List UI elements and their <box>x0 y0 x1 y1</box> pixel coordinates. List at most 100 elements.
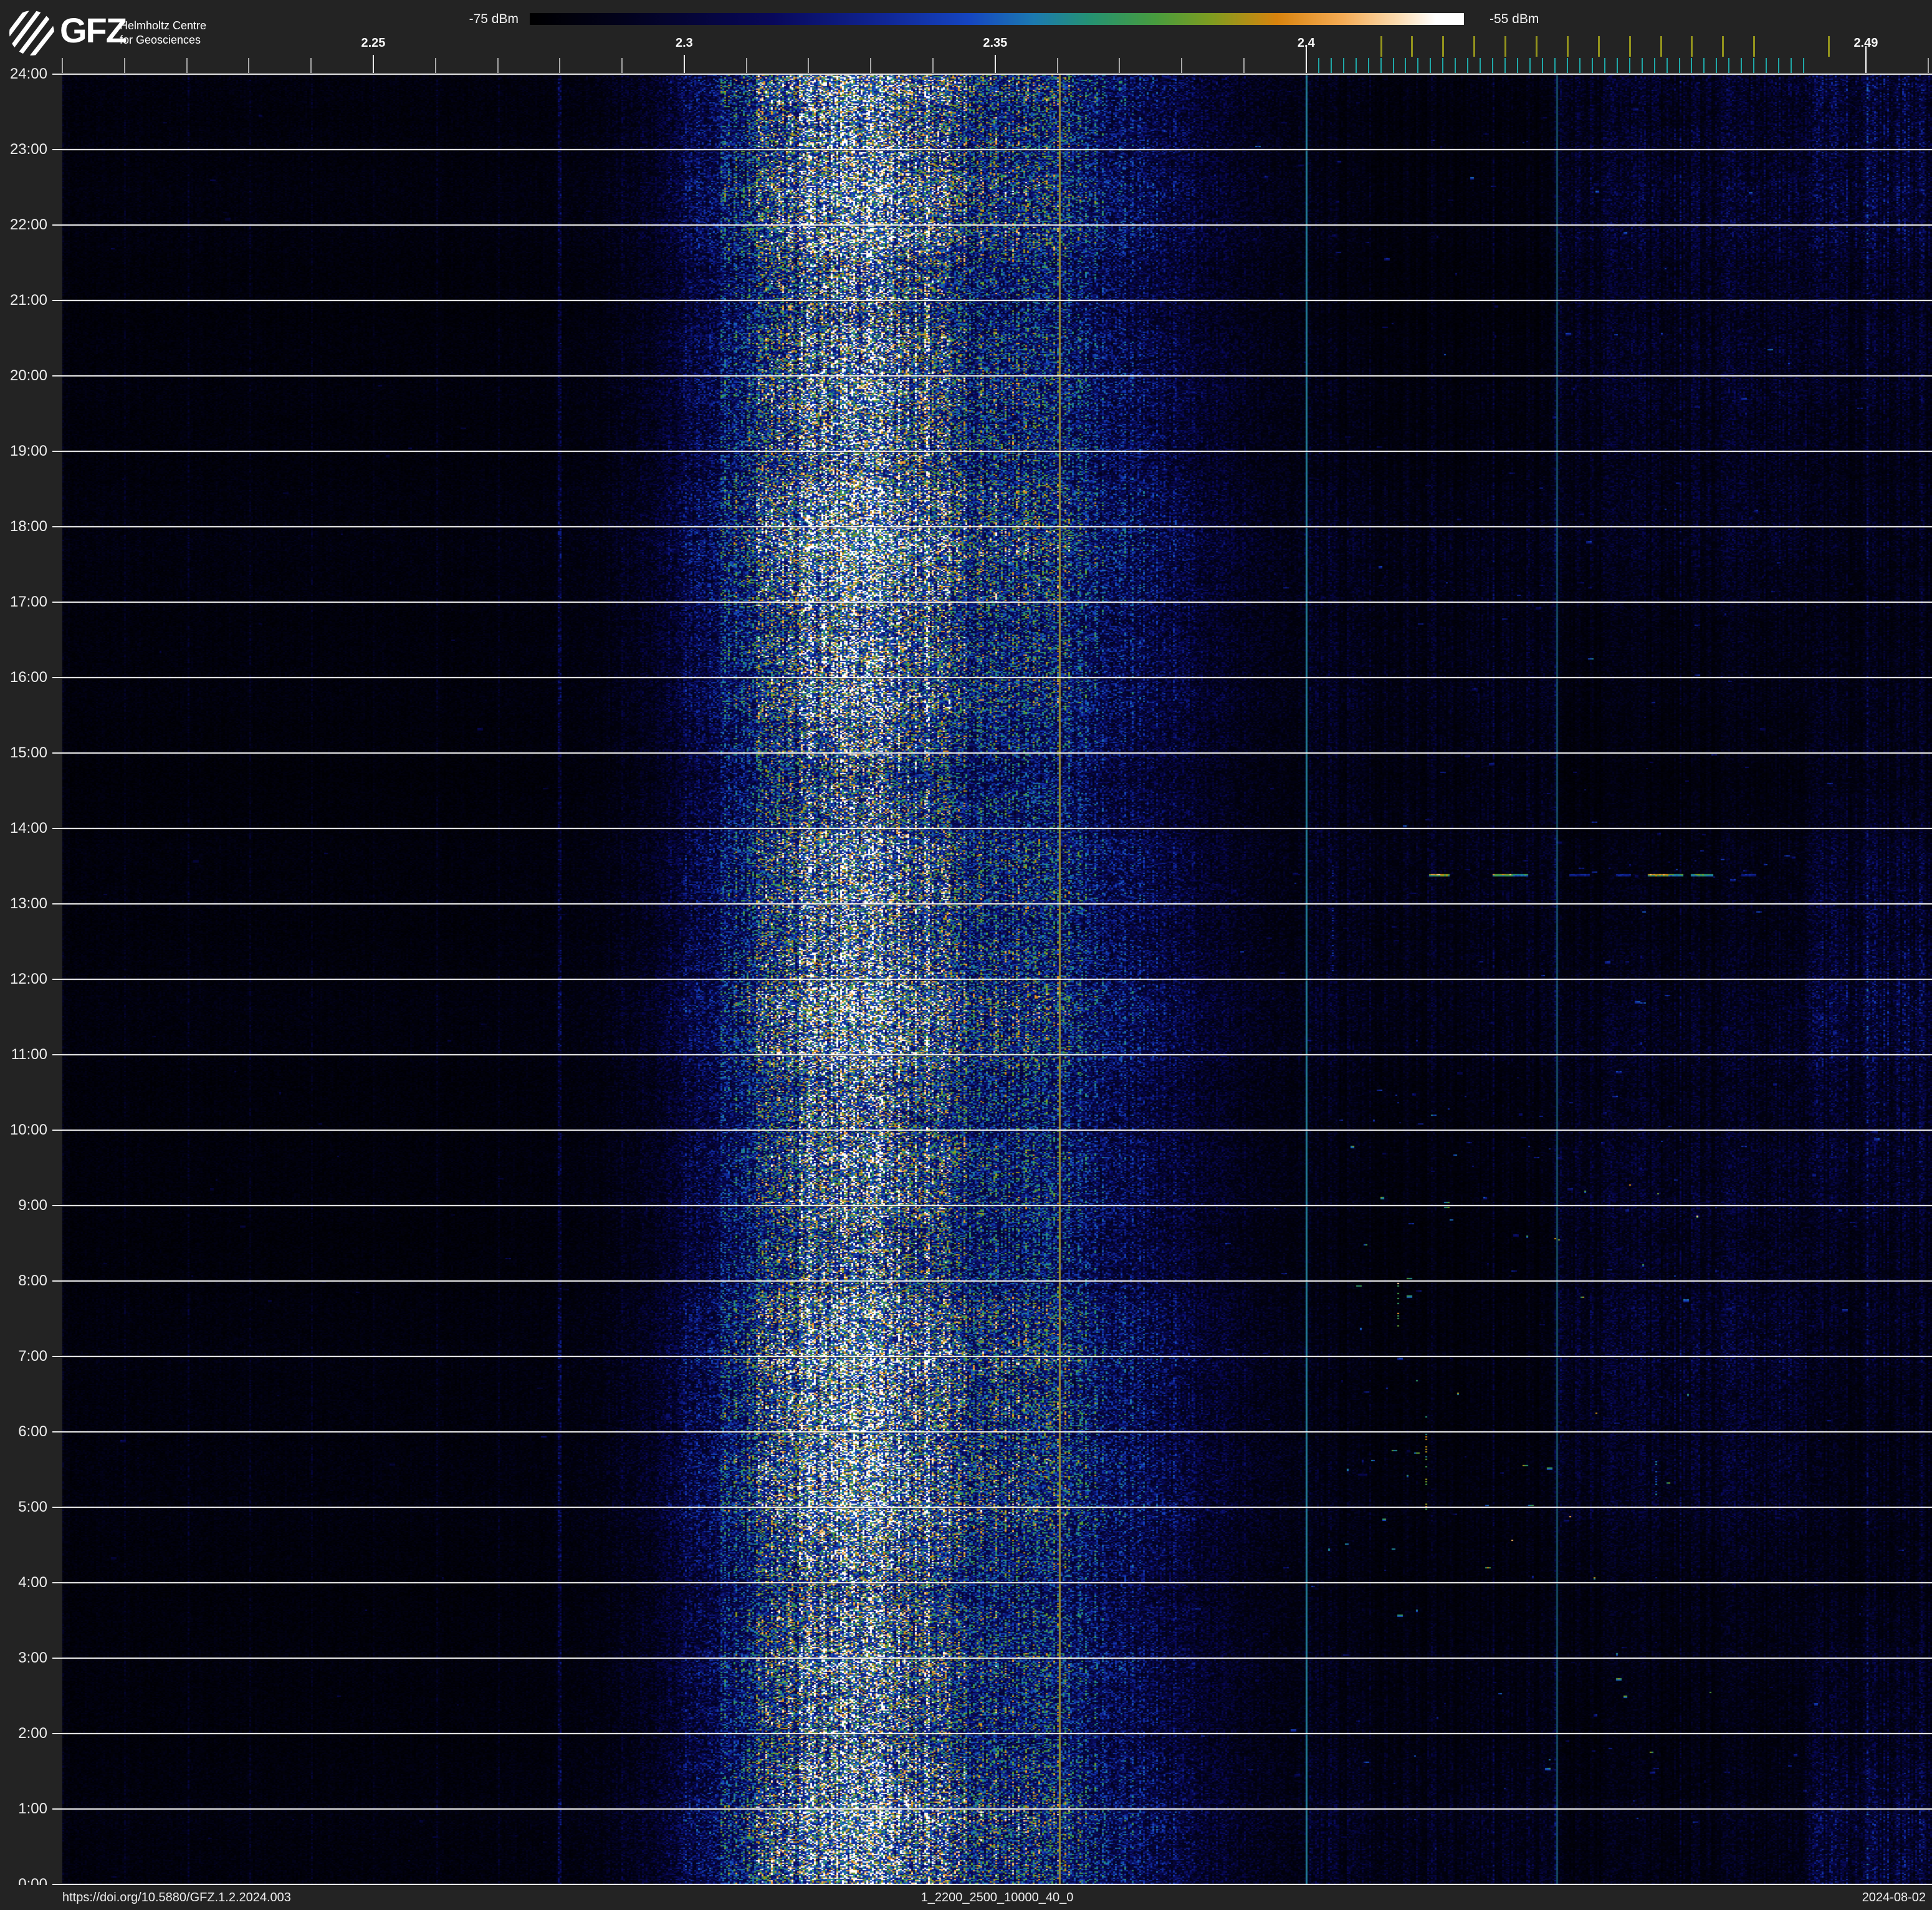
ble-channel-tick <box>1728 58 1730 73</box>
header: GFZ Helmholtz Centre for Geosciences -75… <box>0 0 1932 74</box>
freq-minor-tick <box>559 58 561 73</box>
time-label: 16:00 <box>9 669 47 686</box>
ble-channel-tick <box>1430 58 1432 73</box>
freq-minor-tick <box>186 58 188 73</box>
time-label: 20:00 <box>9 367 47 384</box>
ble-channel-tick <box>1678 58 1680 73</box>
hour-tick <box>52 1356 62 1357</box>
time-label: 4:00 <box>18 1574 47 1591</box>
ble-channel-tick <box>1653 58 1655 73</box>
hour-tick <box>52 1507 62 1508</box>
ble-channel-tick <box>1355 58 1357 73</box>
freq-minor-tick <box>123 58 125 73</box>
freq-label: 2.3 <box>675 36 693 50</box>
time-label: 9:00 <box>18 1197 47 1214</box>
hour-tick <box>52 74 62 75</box>
hour-tick <box>52 828 62 829</box>
time-label: 19:00 <box>9 443 47 459</box>
hour-tick <box>52 1733 62 1734</box>
hour-tick <box>52 1280 62 1282</box>
ble-channel-tick <box>1716 58 1718 73</box>
hour-tick <box>52 979 62 980</box>
ble-channel-tick <box>1367 58 1369 73</box>
wifi-channel-tick <box>1597 36 1600 57</box>
colorbar-min-label: -75 dBm <box>469 12 519 26</box>
freq-minor-tick <box>621 58 623 73</box>
freq-minor-tick <box>870 58 872 73</box>
dataset-title: 1_2200_2500_10000_40_0 <box>921 1891 1074 1904</box>
ble-channel-tick <box>1467 58 1469 73</box>
time-label: 23:00 <box>9 141 47 158</box>
wifi-channel-tick <box>1504 36 1507 57</box>
ble-channel-tick <box>1753 58 1755 73</box>
time-label: 13:00 <box>9 895 47 912</box>
ble-channel-tick <box>1504 58 1506 73</box>
freq-minor-tick <box>932 58 934 73</box>
hour-tick <box>52 1808 62 1810</box>
wifi-channel-tick <box>1442 36 1445 57</box>
freq-label: 2.35 <box>983 36 1008 50</box>
ble-channel-tick <box>1330 58 1332 73</box>
time-label: 21:00 <box>9 292 47 309</box>
ble-channel-tick <box>1455 58 1456 73</box>
freq-label: 2.25 <box>361 36 386 50</box>
freq-minor-tick <box>248 58 250 73</box>
wifi-channel-tick <box>1828 36 1830 57</box>
spectrogram-page: GFZ Helmholtz Centre for Geosciences -75… <box>0 0 1932 1910</box>
time-label: 14:00 <box>9 820 47 837</box>
hour-tick <box>52 1054 62 1055</box>
hour-tick <box>52 375 62 377</box>
hour-tick <box>52 1130 62 1131</box>
time-label: 11:00 <box>11 1046 47 1063</box>
wifi-channel-tick <box>1473 36 1476 57</box>
ble-channel-tick <box>1492 58 1494 73</box>
ble-channel-tick <box>1317 58 1319 73</box>
spectrogram-canvas <box>62 74 1932 1885</box>
ble-channel-tick <box>1791 58 1792 73</box>
freq-major-tick <box>683 55 685 73</box>
time-label: 24:00 <box>9 65 47 82</box>
ble-channel-tick <box>1778 58 1780 73</box>
logo-tagline-line1: Helmholtz Centre <box>120 19 207 32</box>
ble-channel-tick <box>1741 58 1743 73</box>
time-label: 8:00 <box>18 1272 47 1289</box>
time-label: 15:00 <box>9 744 47 761</box>
freq-minor-tick <box>808 58 810 73</box>
freq-minor-tick <box>310 58 312 73</box>
time-label: 18:00 <box>9 518 47 535</box>
ble-channel-tick <box>1766 58 1767 73</box>
wifi-channel-tick <box>1691 36 1693 57</box>
freq-label: 2.49 <box>1853 36 1878 50</box>
ble-channel-tick <box>1579 58 1581 73</box>
ble-channel-tick <box>1405 58 1407 73</box>
time-label: 7:00 <box>18 1348 47 1365</box>
ble-channel-tick <box>1380 58 1382 73</box>
hour-tick <box>52 602 62 603</box>
freq-major-tick <box>994 55 996 73</box>
ble-channel-tick <box>1803 58 1805 73</box>
ble-channel-tick <box>1442 58 1444 73</box>
hour-tick <box>52 677 62 678</box>
colorbar-max-label: -55 dBm <box>1490 12 1539 26</box>
wifi-channel-tick <box>1722 36 1724 57</box>
hour-tick <box>52 1582 62 1583</box>
ble-channel-tick <box>1691 58 1693 73</box>
hour-tick <box>52 300 62 301</box>
ble-channel-tick <box>1480 58 1481 73</box>
footer: https://doi.org/10.5880/GFZ.1.2.2024.003… <box>0 1885 1932 1910</box>
ble-channel-tick <box>1342 58 1344 73</box>
hour-tick <box>52 224 62 226</box>
time-label: 17:00 <box>9 593 47 610</box>
freq-minor-tick <box>1181 58 1183 73</box>
ble-channel-tick <box>1604 58 1605 73</box>
gfz-globe-icon <box>9 11 54 55</box>
ble-channel-tick <box>1554 58 1556 73</box>
freq-major-tick <box>372 55 374 73</box>
ble-channel-tick <box>1703 58 1705 73</box>
freq-label: 2.4 <box>1297 36 1315 50</box>
ble-channel-tick <box>1417 58 1419 73</box>
freq-minor-tick <box>745 58 747 73</box>
time-label: 6:00 <box>18 1423 47 1440</box>
wifi-channel-tick <box>1536 36 1538 57</box>
freq-minor-tick <box>1119 58 1121 73</box>
